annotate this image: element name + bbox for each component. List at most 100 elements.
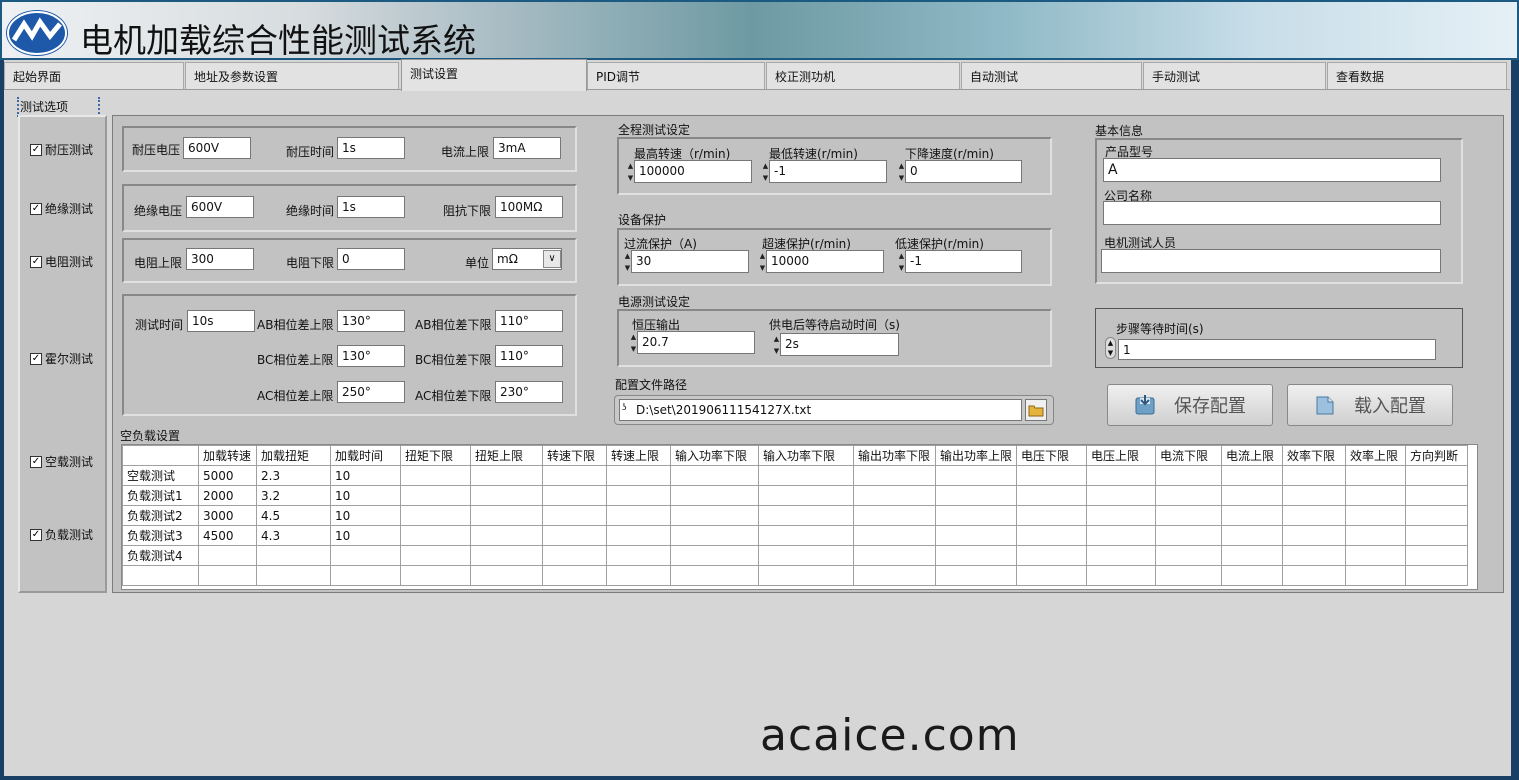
table-cell[interactable] [1155, 565, 1223, 586]
table-cell[interactable] [1282, 545, 1347, 566]
table-cell[interactable] [1405, 545, 1469, 566]
table-cell[interactable]: 3.2 [256, 485, 331, 506]
tab-calibrate[interactable]: 校正测功机 [766, 62, 960, 89]
table-cell[interactable] [542, 525, 607, 546]
withstand-voltage-input[interactable]: 600V [183, 137, 251, 159]
model-input[interactable]: A [1103, 158, 1441, 182]
spin-arrows-icon[interactable]: ▲ ▼ [630, 331, 637, 355]
table-cell[interactable]: 2.3 [256, 465, 331, 486]
checkbox-withstand[interactable]: ✓ 耐压测试 [30, 141, 93, 158]
check-icon[interactable]: ✓ [30, 455, 42, 468]
table-cell[interactable] [330, 545, 401, 566]
table-cell[interactable] [198, 545, 257, 566]
checkbox-insulation[interactable]: ✓ 绝缘测试 [30, 200, 93, 217]
checkbox-hall[interactable]: ✓ 霍尔测试 [30, 350, 93, 367]
checkbox-resistance[interactable]: ✓ 电阻测试 [30, 253, 93, 270]
table-cell[interactable] [1086, 545, 1157, 566]
table-cell[interactable] [470, 525, 543, 546]
table-cell[interactable] [1345, 465, 1407, 486]
resistance-lower-input[interactable]: 0 [337, 248, 405, 270]
checkbox-load[interactable]: ✓ 负载测试 [30, 526, 93, 543]
ac-upper-input[interactable]: 250° [337, 381, 405, 403]
table-cell[interactable] [670, 485, 759, 506]
spin-arrows-icon[interactable]: ▲ ▼ [898, 160, 905, 184]
table-cell[interactable] [606, 545, 671, 566]
table-cell[interactable] [1221, 545, 1284, 566]
table-cell[interactable] [1345, 545, 1407, 566]
tester-input[interactable] [1101, 249, 1441, 273]
table-cell[interactable] [1282, 505, 1347, 526]
table-cell[interactable] [758, 505, 854, 526]
table-cell[interactable]: 10 [330, 505, 401, 526]
table-cell[interactable] [1016, 505, 1088, 526]
table-cell[interactable] [1221, 505, 1284, 526]
table-cell[interactable] [542, 465, 607, 486]
tab-pid[interactable]: PID调节 [587, 62, 765, 89]
table-cell[interactable] [758, 525, 854, 546]
impedance-limit-input[interactable]: 100MΩ [495, 196, 563, 218]
spin-arrows-icon[interactable]: ▲ ▼ [627, 160, 634, 184]
table-cell[interactable] [934, 545, 1018, 566]
checkbox-no-load[interactable]: ✓ 空载测试 [30, 453, 93, 470]
check-icon[interactable]: ✓ [30, 528, 42, 541]
low-speed-input[interactable]: -1 [905, 250, 1022, 273]
table-cell[interactable] [1405, 505, 1469, 526]
table-cell[interactable] [470, 565, 543, 586]
spin-arrows-icon[interactable]: ▲ ▼ [1105, 337, 1116, 359]
table-cell[interactable] [1282, 465, 1347, 486]
table-cell[interactable] [1016, 545, 1088, 566]
table-cell[interactable] [934, 465, 1018, 486]
table-cell[interactable] [542, 565, 607, 586]
table-cell[interactable] [1016, 465, 1088, 486]
table-cell[interactable] [1282, 565, 1347, 586]
table-cell[interactable] [934, 485, 1018, 506]
table-cell[interactable]: 2000 [198, 485, 257, 506]
table-cell[interactable] [670, 565, 759, 586]
table-cell[interactable] [853, 465, 936, 486]
table-cell[interactable]: 5000 [198, 465, 257, 486]
table-cell[interactable] [1155, 525, 1223, 546]
table-cell[interactable] [1405, 525, 1469, 546]
config-path-input[interactable]: D:\set\20190611154127X.txt [619, 399, 1022, 421]
table-cell[interactable]: 3000 [198, 505, 257, 526]
table-cell[interactable] [1221, 525, 1284, 546]
table-cell[interactable] [670, 545, 759, 566]
save-config-button[interactable]: 保存配置 [1107, 384, 1273, 426]
table-cell[interactable] [1016, 565, 1088, 586]
table-cell[interactable] [542, 545, 607, 566]
table-cell[interactable] [606, 485, 671, 506]
table-cell[interactable] [542, 485, 607, 506]
max-speed-input[interactable]: 100000 [634, 160, 752, 183]
spin-arrows-icon[interactable]: ▲ ▼ [624, 250, 631, 274]
table-cell[interactable] [853, 485, 936, 506]
withstand-time-input[interactable]: 1s [337, 137, 405, 159]
folder-open-icon[interactable] [1025, 399, 1047, 421]
table-cell[interactable] [1086, 525, 1157, 546]
table-cell[interactable] [1345, 505, 1407, 526]
decrease-speed-input[interactable]: 0 [905, 160, 1022, 183]
ab-upper-input[interactable]: 130° [337, 310, 405, 332]
table-cell[interactable] [1155, 465, 1223, 486]
table-cell[interactable] [1405, 485, 1469, 506]
table-cell[interactable] [606, 505, 671, 526]
spin-arrows-icon[interactable]: ▲ ▼ [773, 333, 780, 357]
company-input[interactable] [1103, 201, 1441, 225]
table-cell[interactable] [606, 525, 671, 546]
table-cell[interactable] [1016, 525, 1088, 546]
check-icon[interactable]: ✓ [30, 255, 42, 268]
table-cell[interactable] [1086, 565, 1157, 586]
check-icon[interactable]: ✓ [30, 202, 42, 215]
tab-manual-test[interactable]: 手动测试 [1143, 62, 1326, 89]
table-cell[interactable]: 10 [330, 485, 401, 506]
insulation-time-input[interactable]: 1s [337, 196, 405, 218]
table-cell[interactable] [1086, 485, 1157, 506]
table-cell[interactable] [470, 505, 543, 526]
spin-arrows-icon[interactable]: ▲ ▼ [762, 160, 769, 184]
check-icon[interactable]: ✓ [30, 143, 42, 156]
table-cell[interactable] [1155, 545, 1223, 566]
ac-lower-input[interactable]: 230° [495, 381, 563, 403]
table-cell[interactable] [670, 525, 759, 546]
table-cell[interactable] [470, 485, 543, 506]
table-cell[interactable] [1282, 485, 1347, 506]
table-cell[interactable] [330, 565, 401, 586]
